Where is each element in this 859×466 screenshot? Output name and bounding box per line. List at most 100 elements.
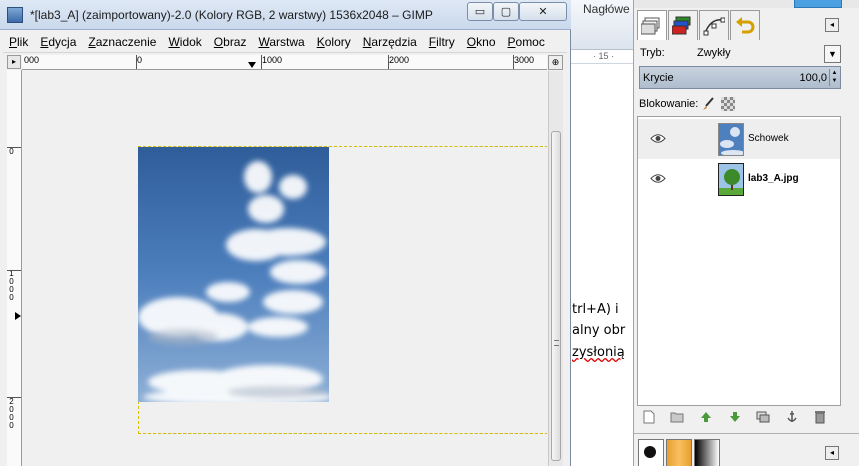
duplicate-layer-icon: [756, 411, 770, 422]
opacity-slider[interactable]: Krycie 100,0 ▲ ▼: [639, 66, 841, 89]
brush-icon: [703, 97, 714, 110]
desktop: Nagłówe · 15 · trl+A) i alny obr zysłoni…: [0, 0, 859, 466]
document-line-text: alny obr: [572, 323, 626, 338]
open-folder-icon: [670, 412, 684, 422]
undo-icon: [736, 16, 755, 33]
lock-pixels-icon[interactable]: [701, 97, 715, 111]
tab-brushes[interactable]: [638, 439, 664, 466]
dock-top-button[interactable]: [794, 0, 842, 8]
menu-zaznaczenie[interactable]: Zaznaczenie: [82, 35, 162, 49]
image-canvas[interactable]: [23, 71, 547, 466]
eye-icon[interactable]: [650, 173, 666, 184]
pointer-marker: [248, 62, 256, 68]
layer-name[interactable]: Schowek: [748, 133, 789, 144]
navigate-button[interactable]: ⊕: [548, 55, 563, 70]
opacity-value[interactable]: 100,0: [799, 72, 827, 84]
dock-menu-button[interactable]: ◂: [825, 18, 839, 32]
layer-row[interactable]: lab3_A.jpg: [638, 159, 840, 199]
layers-icon: [641, 17, 660, 34]
tab-paths[interactable]: [699, 10, 729, 40]
sky-picture: [138, 147, 329, 402]
ruler-label: 1000: [9, 269, 14, 302]
maximize-icon: ▢: [500, 6, 512, 18]
delete-icon: [815, 410, 826, 423]
close-button[interactable]: ✕: [519, 2, 567, 21]
layer-name[interactable]: lab3_A.jpg: [748, 173, 799, 184]
ruler-tick: [261, 55, 262, 69]
menu-narzedzia[interactable]: Narzędzia: [357, 35, 423, 49]
layer-thumbnail: [718, 163, 744, 196]
channels-icon: [672, 16, 691, 34]
ruler-label: 2000: [9, 397, 14, 430]
minimize-icon: ▭: [474, 6, 486, 18]
menu-filtry[interactable]: Filtry: [423, 35, 461, 49]
ruler-tick: [388, 55, 389, 69]
ruler-tick: [513, 55, 514, 69]
word-ruler-label: · 15 ·: [593, 51, 615, 61]
tab-undo-history[interactable]: [730, 10, 760, 40]
ruler-tick: [7, 147, 21, 148]
title-bar[interactable]: *[lab3_A] (zaimportowany)-2.0 (Kolory RG…: [0, 0, 571, 30]
pointer-marker: [15, 312, 21, 320]
dock-menu-button[interactable]: ◂: [825, 446, 839, 460]
document-line-text: trl+A) i: [572, 302, 619, 317]
document-line-text: zysłonią: [572, 345, 625, 360]
menu-widok[interactable]: Widok: [162, 35, 207, 49]
window-title: *[lab3_A] (zaimportowany)-2.0 (Kolory RG…: [30, 8, 433, 22]
ruler-label: 000: [24, 55, 40, 65]
opacity-spin-button[interactable]: ▲ ▼: [829, 69, 839, 86]
ruler-label: 3000: [514, 55, 535, 65]
ruler-tick: [7, 397, 21, 398]
mode-select-value[interactable]: Zwykły: [697, 47, 731, 59]
vertical-ruler[interactable]: 0 1000 2000: [7, 70, 22, 466]
new-layer-icon: [643, 410, 655, 423]
lock-label: Blokowanie:: [639, 98, 699, 110]
horizontal-ruler[interactable]: 000 0 1000 2000 3000: [22, 55, 547, 70]
ribbon-label[interactable]: Nagłówe: [583, 2, 630, 16]
document-line: alny obr: [572, 323, 625, 338]
sky-image: [138, 147, 329, 402]
menu-edycja[interactable]: Edycja: [34, 35, 82, 49]
ruler-label: 1000: [262, 55, 283, 65]
menu-bar: Plik Edycja Zaznaczenie Widok Obraz Wars…: [3, 31, 567, 53]
dock-tabs: [637, 9, 857, 41]
tab-layers[interactable]: [637, 10, 667, 40]
mode-dropdown-button[interactable]: ▼: [824, 45, 841, 63]
tab-channels[interactable]: [668, 10, 698, 40]
maximize-button[interactable]: ▢: [493, 2, 519, 21]
menu-warstwa[interactable]: Warstwa: [252, 35, 310, 49]
raise-layer-icon: [700, 411, 711, 422]
new-layer-button[interactable]: [641, 409, 657, 424]
menu-okno[interactable]: Okno: [461, 35, 502, 49]
tab-gradients[interactable]: [694, 439, 720, 466]
menu-obraz[interactable]: Obraz: [208, 35, 253, 49]
scrollbar-thumb[interactable]: [551, 131, 561, 461]
delete-layer-button[interactable]: [812, 409, 828, 424]
duplicate-layer-button[interactable]: [755, 409, 771, 424]
minimize-button[interactable]: ▭: [467, 2, 493, 21]
ruler-tick: [136, 55, 137, 69]
layer-row[interactable]: Schowek: [638, 119, 840, 159]
tab-patterns[interactable]: [666, 439, 692, 466]
menu-kolory[interactable]: Kolory: [311, 35, 357, 49]
anchor-icon: [787, 410, 797, 422]
lower-layer-button[interactable]: [727, 409, 743, 424]
brush-preview-icon: [644, 446, 656, 458]
raise-layer-button[interactable]: [698, 409, 714, 424]
open-layer-button[interactable]: [670, 409, 686, 424]
ruler-label: 0: [137, 55, 143, 65]
document-line: zysłonią: [572, 345, 625, 360]
ruler-label: 0: [9, 147, 14, 156]
eye-icon[interactable]: [650, 133, 666, 144]
lock-alpha-icon[interactable]: [721, 97, 735, 111]
menu-plik[interactable]: Plik: [3, 35, 34, 49]
anchor-layer-button[interactable]: [784, 409, 800, 424]
document-line: trl+A) i: [572, 302, 619, 317]
brushes-dock: ◂: [634, 433, 859, 466]
layers-list[interactable]: Schowek lab3_A.jpg: [637, 116, 841, 406]
quick-mask-toggle[interactable]: ▸: [7, 55, 21, 69]
menu-pomoc[interactable]: Pomoc: [502, 35, 551, 49]
ruler-label: 2000: [389, 55, 410, 65]
vertical-scrollbar[interactable]: [548, 71, 563, 466]
layer-thumbnail: [718, 123, 744, 156]
